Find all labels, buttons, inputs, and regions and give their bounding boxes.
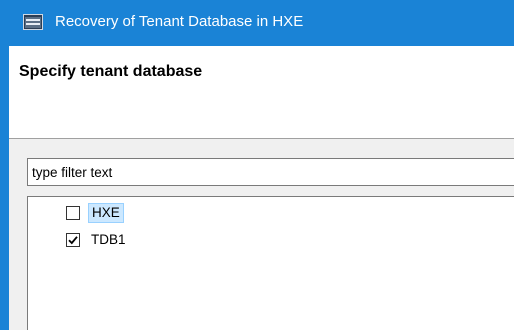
database-window-icon[interactable] xyxy=(23,14,43,30)
list-item-label: TDB1 xyxy=(91,232,126,247)
checkbox-unchecked[interactable] xyxy=(66,206,80,220)
title-bar[interactable]: Recovery of Tenant Database in HXE xyxy=(0,0,514,46)
list-item-hxe[interactable]: HXE xyxy=(66,203,124,223)
filter-input[interactable] xyxy=(27,158,514,186)
list-item-tdb1[interactable]: TDB1 xyxy=(66,230,129,250)
list-item-label: HXE xyxy=(88,203,124,223)
tenant-database-list[interactable]: HXE TDB1 xyxy=(27,196,514,330)
window-border xyxy=(0,46,9,330)
wizard-header: Specify tenant database xyxy=(9,46,514,139)
check-mark-icon xyxy=(68,236,78,245)
window-title: Recovery of Tenant Database in HXE xyxy=(55,13,304,30)
page-title: Specify tenant database xyxy=(19,63,203,80)
checkbox-checked[interactable] xyxy=(66,233,80,247)
